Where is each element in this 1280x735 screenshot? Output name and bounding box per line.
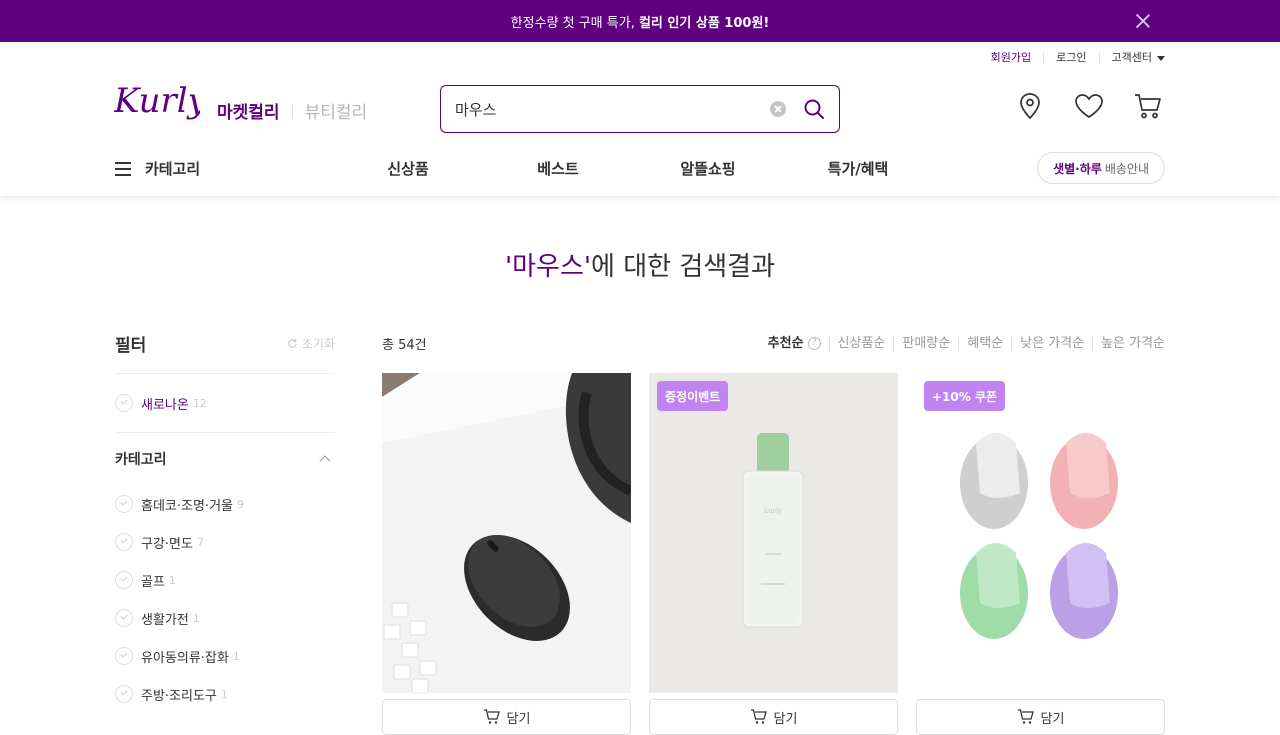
cart-icon: [1017, 709, 1034, 724]
refresh-icon: [288, 338, 297, 348]
close-icon[interactable]: [1134, 12, 1152, 30]
customer-center-link[interactable]: 고객센터: [1098, 52, 1165, 64]
nav-best[interactable]: 베스트: [537, 158, 578, 179]
product-image[interactable]: kurly 증정이벤트: [649, 373, 898, 693]
market-kurly-tab[interactable]: 마켓컬리: [217, 98, 280, 123]
banner-text: 한정수량 첫 구매 특가, 컬리 인기 상품 100원!: [510, 15, 770, 31]
location-icon[interactable]: [1013, 89, 1047, 123]
help-icon[interactable]: ?: [807, 337, 821, 350]
check-icon: [115, 571, 133, 589]
product-badge: +10% 쿠폰: [924, 381, 1006, 411]
product-card[interactable]: 담기: [382, 373, 631, 735]
header-icons: [1013, 89, 1165, 123]
nav-bargain[interactable]: 알뜰쇼핑: [680, 158, 735, 179]
check-icon: [115, 685, 133, 703]
product-badge: 증정이벤트: [657, 381, 729, 411]
nav-special[interactable]: 특가/혜택: [828, 158, 889, 179]
sort-sales[interactable]: 판매량순: [893, 337, 958, 350]
check-icon: [115, 647, 133, 665]
mice-photo: [916, 373, 1165, 693]
category-menu[interactable]: 카테고리: [115, 158, 200, 179]
category-label: 카테고리: [145, 160, 201, 178]
caret-down-icon: [1157, 55, 1165, 61]
check-icon: [115, 394, 133, 412]
heart-icon[interactable]: [1072, 89, 1106, 123]
sort-recommended[interactable]: 추천순?: [768, 337, 829, 350]
product-card[interactable]: +10% 쿠폰 담기: [916, 373, 1165, 735]
chevron-up-icon: [319, 455, 331, 467]
search-result-title: '마우스'에 대한 검색결과: [504, 252, 776, 282]
product-image[interactable]: +10% 쿠폰: [916, 373, 1165, 693]
login-link[interactable]: 로그인: [1043, 52, 1098, 64]
filter-category-item[interactable]: 생활가전 1: [115, 599, 335, 637]
filter-panel: 필터 초기화 새로나온 12 카테고리 홈데코·조명·거울 9 구강·면도 7 골프 1…: [115, 330, 335, 713]
check-icon: [115, 533, 133, 551]
clear-icon[interactable]: [770, 101, 786, 117]
service-switch: 마켓컬리 뷰티컬리: [217, 98, 367, 123]
total-count: 총 54건: [382, 338, 427, 353]
sort-price-high[interactable]: 높은 가격순: [1092, 337, 1165, 350]
filter-new[interactable]: 새로나온 12: [115, 384, 335, 422]
divider: [115, 373, 335, 374]
filter-category-item[interactable]: 골프 1: [115, 561, 335, 599]
filter-category-item[interactable]: 구강·면도 7: [115, 523, 335, 561]
cart-icon: [483, 709, 500, 724]
add-to-cart-button[interactable]: 담기: [916, 699, 1165, 735]
category-filter-header[interactable]: 카테고리: [115, 433, 335, 485]
sort-price-low[interactable]: 낮은 가격순: [1011, 337, 1092, 350]
divider: [291, 103, 293, 118]
logo-text: Kurly: [114, 81, 200, 121]
delivery-info-button[interactable]: 샛별·하루 배송안내: [1037, 152, 1165, 184]
product-card[interactable]: kurly 증정이벤트 담기: [649, 373, 898, 735]
filter-title: 필터: [115, 335, 147, 356]
svg-text:kurly: kurly: [764, 507, 782, 515]
kurly-logo[interactable]: Kurly: [114, 78, 200, 130]
hamburger-icon: [115, 161, 131, 176]
search-input[interactable]: [455, 100, 770, 118]
add-to-cart-button[interactable]: 담기: [382, 699, 631, 735]
search-icon[interactable]: [803, 98, 825, 120]
filter-category-item[interactable]: 홈데코·조명·거울 9: [115, 485, 335, 523]
add-to-cart-button[interactable]: 담기: [649, 699, 898, 735]
list-header: 총 54건 추천순? 신상품순 판매량순 혜택순 낮은 가격순 높은 가격순: [382, 334, 1165, 353]
filter-category-item[interactable]: 주방·조리도구 1: [115, 675, 335, 713]
bottle-photo: kurly: [649, 373, 898, 693]
global-nav: 카테고리 신상품 베스트 알뜰쇼핑 특가/혜택 샛별·하루 배송안내: [0, 140, 1280, 196]
filter-category-item[interactable]: 유아동의류·잡화 1: [115, 637, 335, 675]
mouse-photo: [382, 373, 631, 693]
check-icon: [115, 495, 133, 513]
filter-reset-button[interactable]: 초기화: [287, 335, 335, 352]
result-keyword: 마우스: [512, 252, 584, 282]
check-icon: [115, 609, 133, 627]
signup-link[interactable]: 회원가입: [979, 52, 1043, 64]
search-box: [440, 85, 840, 133]
promo-banner[interactable]: 한정수량 첫 구매 특가, 컬리 인기 상품 100원!: [0, 0, 1280, 42]
cart-icon[interactable]: [1131, 89, 1165, 123]
beauty-kurly-tab[interactable]: 뷰티컬리: [305, 98, 368, 123]
cart-icon: [750, 709, 767, 724]
sort-newest[interactable]: 신상품순: [828, 337, 894, 350]
nav-new-products[interactable]: 신상품: [387, 158, 428, 179]
header: Kurly 마켓컬리 뷰티컬리: [0, 76, 1280, 140]
util-menu: 회원가입 로그인 고객센터: [0, 42, 1280, 76]
product-image[interactable]: [382, 373, 631, 693]
sort-benefit[interactable]: 혜택순: [958, 337, 1011, 350]
sort-options: 추천순? 신상품순 판매량순 혜택순 낮은 가격순 높은 가격순: [768, 334, 1165, 353]
